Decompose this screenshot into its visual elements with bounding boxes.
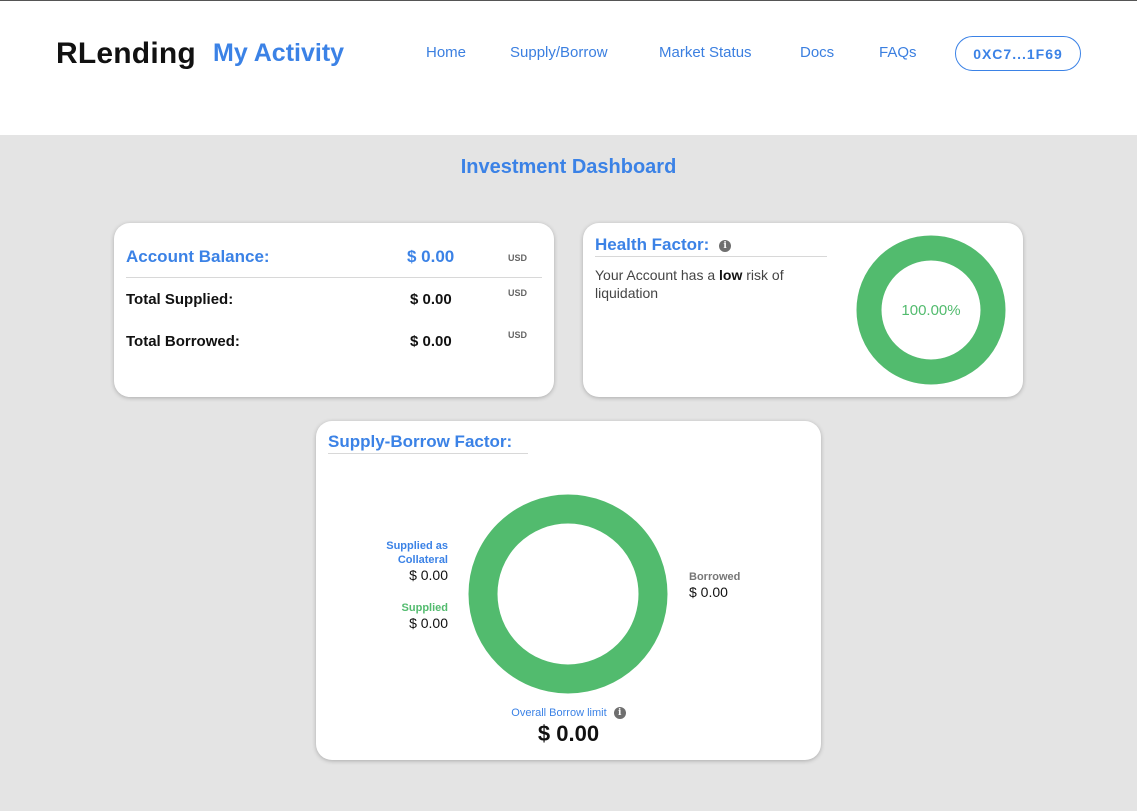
nav-faqs[interactable]: FAQs [879, 44, 917, 61]
health-text-prefix: Your Account has a [595, 267, 720, 283]
supplied-value: $ 0.00 [409, 615, 448, 631]
collateral-value: $ 0.00 [409, 567, 448, 583]
health-factor-card: Health Factor: i Your Account has a low … [583, 223, 1023, 397]
borrowed-legend: Borrowed $ 0.00 [689, 570, 789, 600]
account-balance-label: Account Balance: [126, 247, 270, 266]
nav-market-status[interactable]: Market Status [659, 44, 752, 61]
supply-borrow-factor-title: Supply-Borrow Factor: [328, 432, 528, 454]
wallet-address-button[interactable]: 0XC7...1F69 [955, 36, 1081, 71]
health-factor-label: Health Factor: [595, 235, 710, 254]
collateral-legend: Supplied as Collateral $ 0.00 [358, 539, 448, 583]
top-navbar: RLending My Activity Home Supply/Borrow … [0, 1, 1137, 135]
borrowed-value: $ 0.00 [689, 584, 728, 600]
borrow-limit-caption: Overall Borrow limit i [316, 707, 821, 720]
borrow-limit-label: Overall Borrow limit [511, 707, 607, 719]
supplied-label: Supplied [401, 602, 448, 614]
total-supplied-value: $ 0.00 [410, 291, 452, 308]
total-borrowed-unit: USD [508, 330, 528, 340]
borrowed-label: Borrowed [689, 571, 741, 583]
total-supplied-label: Total Supplied: [126, 291, 234, 308]
collateral-label: Supplied as Collateral [386, 540, 448, 566]
info-icon[interactable]: i [613, 707, 626, 720]
brand-logo[interactable]: RLending [56, 37, 196, 71]
info-icon[interactable]: i [719, 239, 732, 252]
health-factor-title: Health Factor: i [595, 235, 827, 257]
borrow-limit-value: $ 0.00 [537, 721, 600, 746]
account-balance-value: $ 0.00 [407, 247, 455, 266]
account-balance-unit: USD [508, 253, 528, 263]
balance-divider [126, 277, 542, 278]
nav-supply-borrow[interactable]: Supply/Borrow [510, 44, 608, 61]
supplied-legend: Supplied $ 0.00 [358, 601, 448, 631]
health-risk-level: low [719, 267, 743, 283]
nav-home[interactable]: Home [426, 44, 466, 61]
page-title[interactable]: My Activity [213, 39, 344, 68]
total-supplied-unit: USD [508, 288, 528, 298]
total-borrowed-label: Total Borrowed: [126, 333, 240, 350]
health-factor-description: Your Account has a low risk of liquidati… [595, 266, 835, 302]
supply-borrow-ring [468, 494, 668, 694]
dashboard-title: Investment Dashboard [460, 156, 677, 178]
supply-borrow-donut [468, 494, 668, 694]
nav-docs[interactable]: Docs [800, 44, 834, 61]
health-factor-gauge: 100.00% [856, 235, 1006, 385]
total-borrowed-value: $ 0.00 [410, 333, 452, 350]
health-percent: 100.00% [901, 302, 960, 319]
supply-borrow-factor-card: Supply-Borrow Factor: Supplied as Collat… [316, 421, 821, 760]
account-balance-card: Account Balance: $ 0.00 USD Total Suppli… [114, 223, 554, 397]
